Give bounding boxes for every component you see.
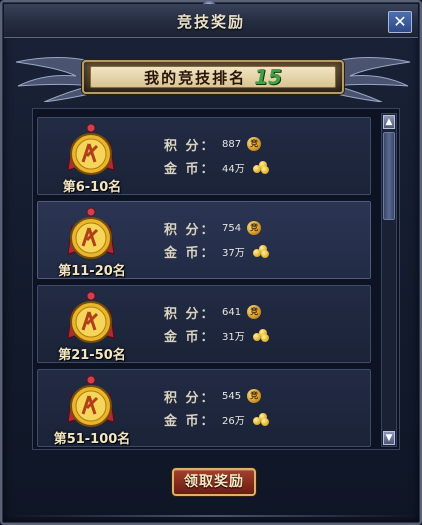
reward-row: 第6-10名 积 分： 887 竞 金 币： 44万 — [37, 117, 371, 195]
rank-range-label: 第11-20名 — [58, 264, 126, 279]
arena-points-icon: 竞 — [247, 389, 262, 403]
points-value: 887 — [222, 138, 242, 150]
points-label: 积 分： — [164, 138, 216, 154]
reward-list: 第6-10名 积 分： 887 竞 金 币： 44万 第11-20名 积 分： … — [37, 113, 377, 447]
list-scrollbar[interactable]: ▲ ▼ — [381, 113, 397, 447]
points-label: 积 分： — [164, 390, 216, 406]
gold-ingot-icon — [252, 161, 269, 174]
points-line: 积 分： 545 竞 — [164, 387, 262, 406]
points-value: 641 — [222, 306, 242, 318]
medal-icon — [67, 123, 115, 175]
gold-line: 金 币： 44万 — [164, 158, 269, 177]
gold-ingot-icon — [252, 329, 269, 342]
gold-label: 金 币： — [164, 161, 216, 177]
points-line: 积 分： 641 竞 — [164, 303, 262, 322]
gold-value: 44万 — [222, 163, 245, 175]
gold-line: 金 币： 26万 — [164, 410, 269, 429]
rank-range-label: 第51-100名 — [53, 432, 131, 447]
arena-points-icon: 竞 — [247, 221, 262, 235]
my-rank-value: 15 — [254, 65, 282, 89]
reward-row: 第11-20名 积 分： 754 竞 金 币： 37万 — [37, 201, 371, 279]
close-button[interactable]: ✕ — [388, 11, 412, 33]
reward-window: 竞技奖励 ✕ 我的竞技排名 15 第6-10名 积 分： 887 竞 金 币： … — [0, 0, 422, 525]
gold-label: 金 币： — [164, 245, 216, 261]
gold-ingot-icon — [252, 413, 269, 426]
reward-row: 第51-100名 积 分： 545 竞 金 币： 26万 — [37, 369, 371, 447]
gold-value: 37万 — [222, 247, 245, 259]
bottom-divider — [8, 515, 418, 517]
claim-reward-button[interactable]: 领取奖励 — [172, 468, 256, 496]
gold-label: 金 币： — [164, 329, 216, 345]
reward-row: 第21-50名 积 分： 641 竞 金 币： 31万 — [37, 285, 371, 363]
gold-value: 31万 — [222, 331, 245, 343]
medal-icon — [67, 207, 115, 259]
window-title: 竞技奖励 — [176, 13, 245, 31]
points-line: 积 分： 887 竞 — [164, 135, 262, 154]
rank-plate-inner: 我的竞技排名 15 — [90, 65, 336, 89]
scroll-down-button[interactable]: ▼ — [383, 431, 395, 445]
points-label: 积 分： — [164, 222, 216, 238]
points-line: 积 分： 754 竞 — [164, 219, 262, 238]
gold-line: 金 币： 37万 — [164, 242, 269, 261]
scroll-thumb[interactable] — [383, 132, 395, 220]
points-value: 754 — [222, 222, 242, 234]
rank-plate: 我的竞技排名 15 — [82, 60, 344, 94]
gold-line: 金 币： 31万 — [164, 326, 269, 345]
title-bar: 竞技奖励 ✕ — [4, 4, 418, 38]
arena-points-icon: 竞 — [247, 305, 262, 319]
arena-points-icon: 竞 — [247, 137, 262, 151]
rank-banner: 我的竞技排名 15 — [14, 50, 412, 106]
scroll-up-button[interactable]: ▲ — [383, 115, 395, 129]
my-rank-label: 我的竞技排名 — [144, 68, 247, 87]
gold-label: 金 币： — [164, 413, 216, 429]
rank-range-label: 第6-10名 — [62, 180, 122, 195]
points-value: 545 — [222, 390, 242, 402]
points-label: 积 分： — [164, 306, 216, 322]
medal-icon — [67, 375, 115, 427]
medal-icon — [67, 291, 115, 343]
reward-list-panel: 第6-10名 积 分： 887 竞 金 币： 44万 第11-20名 积 分： … — [32, 108, 400, 450]
rank-range-label: 第21-50名 — [58, 348, 126, 363]
gold-value: 26万 — [222, 415, 245, 427]
gold-ingot-icon — [252, 245, 269, 258]
